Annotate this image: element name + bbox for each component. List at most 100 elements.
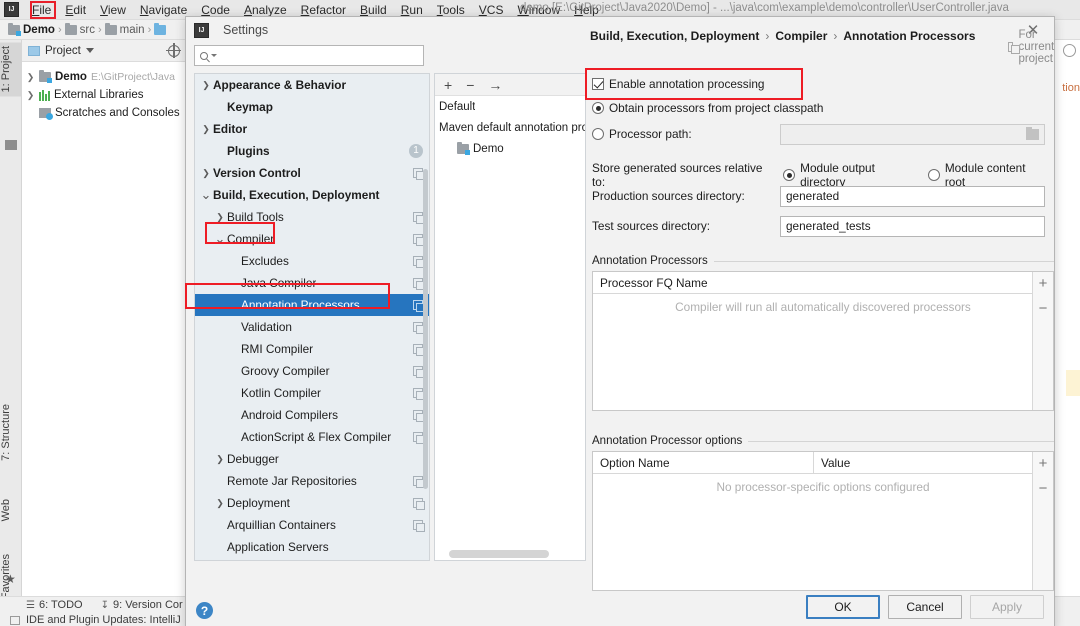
breadcrumb-item-main[interactable]: main (104, 22, 145, 36)
settings-category-tree[interactable]: ❯ Appearance & Behavior Keymap ❯ Editor Plu… (194, 73, 430, 561)
settings-tree-item-kotlin-compiler[interactable]: Kotlin Compiler (195, 382, 429, 404)
ok-button[interactable]: OK (806, 595, 880, 619)
chevron-down-icon[interactable]: ⌄ (213, 231, 227, 247)
chevron-down-icon[interactable]: ⌄ (199, 187, 213, 203)
obtain-processors-classpath-radio[interactable] (592, 102, 604, 114)
status-bar-todo[interactable]: ☰ 6: TODO (26, 599, 83, 611)
remove-icon[interactable]: − (1039, 300, 1048, 317)
help-button[interactable]: ? (196, 602, 213, 619)
column-header-processor-fq-name[interactable]: Processor FQ Name (593, 276, 708, 290)
copy-settings-icon[interactable] (413, 256, 425, 268)
profiles-horizontal-scrollbar[interactable] (449, 550, 549, 558)
annotation-processor-options-table[interactable]: Option Name Value No processor-specific … (592, 451, 1054, 591)
chevron-down-icon[interactable] (211, 54, 217, 57)
obtain-processors-classpath-row[interactable]: Obtain processors from project classpath (592, 101, 823, 115)
copy-settings-icon[interactable] (413, 432, 425, 444)
add-icon[interactable]: + (1039, 455, 1048, 472)
chevron-right-icon[interactable]: ❯ (26, 90, 35, 101)
breadcrumb-item-src[interactable]: src (64, 22, 95, 36)
profile-row-maven-default[interactable]: Maven default annotation pro (435, 117, 585, 138)
chevron-right-icon[interactable]: ❯ (213, 454, 227, 465)
settings-tree-item-version-control[interactable]: ❯ Version Control (195, 162, 429, 184)
menu-item-file[interactable]: File (25, 2, 58, 18)
scroll-to-source-icon[interactable] (166, 42, 181, 58)
chevron-right-icon[interactable]: ❯ (213, 498, 227, 509)
chevron-down-icon[interactable] (85, 48, 94, 53)
module-output-directory-radio[interactable] (783, 169, 796, 181)
chevron-right-icon[interactable]: ❯ (213, 212, 227, 223)
enable-annotation-processing-row[interactable]: Enable annotation processing (592, 77, 764, 91)
move-icon[interactable]: → (488, 77, 502, 93)
chevron-right-icon[interactable]: ❯ (26, 72, 35, 83)
editor-inspection-icon[interactable] (1063, 44, 1076, 57)
settings-tree-item-build-tools[interactable]: ❯ Build Tools (195, 206, 429, 228)
project-tree-node-demo[interactable]: ❯ Demo E:\GitProject\Java (26, 68, 186, 86)
breadcrumb-item-demo[interactable]: Demo (8, 22, 55, 36)
copy-settings-icon[interactable] (413, 234, 425, 246)
project-tree-node-scratches[interactable]: Scratches and Consoles (26, 104, 186, 122)
settings-tree-item-deployment[interactable]: ❯ Deployment (195, 492, 429, 514)
copy-settings-icon[interactable] (413, 410, 425, 422)
settings-tree-item-arquillian-containers[interactable]: Arquillian Containers (195, 514, 429, 536)
processor-path-radio[interactable] (592, 128, 604, 140)
menu-item-edit[interactable]: Edit (58, 2, 93, 18)
status-bar-version-control[interactable]: ↧ 9: Version Cor (101, 599, 183, 611)
settings-tree-item-application-servers[interactable]: Application Servers (195, 536, 429, 558)
copy-settings-icon[interactable] (413, 344, 425, 356)
processor-path-row[interactable]: Processor path: (592, 123, 1048, 145)
profile-row-default[interactable]: Default (435, 96, 585, 117)
copy-settings-icon[interactable] (413, 168, 425, 180)
copy-settings-icon[interactable] (413, 300, 425, 312)
settings-tree-item-build-execution-deployment[interactable]: ⌄ Build, Execution, Deployment (195, 184, 429, 206)
settings-tree-item-annotation-processors[interactable]: Annotation Processors (195, 294, 429, 316)
settings-tree-item-android-compilers[interactable]: Android Compilers (195, 404, 429, 426)
settings-tree-item-rmi-compiler[interactable]: RMI Compiler (195, 338, 429, 360)
settings-tree-item-actionscript-flex-compiler[interactable]: ActionScript & Flex Compiler (195, 426, 429, 448)
settings-tree-item-validation[interactable]: Validation (195, 316, 429, 338)
settings-tree-scrollbar[interactable] (423, 169, 428, 489)
cancel-button[interactable]: Cancel (888, 595, 962, 619)
copy-settings-icon[interactable] (413, 476, 425, 488)
copy-settings-icon[interactable] (413, 212, 425, 224)
copy-settings-icon[interactable] (413, 366, 425, 378)
copy-settings-icon[interactable] (413, 322, 425, 334)
settings-tree-item-clouds[interactable]: Clouds (195, 558, 429, 560)
settings-tree-item-plugins[interactable]: Plugins 1 (195, 140, 429, 162)
tool-window-button-project[interactable]: 1: Project (0, 42, 22, 97)
chevron-right-icon[interactable]: ❯ (199, 124, 213, 135)
chevron-right-icon[interactable]: ❯ (199, 80, 213, 91)
settings-tree-item-groovy-compiler[interactable]: Groovy Compiler (195, 360, 429, 382)
copy-settings-icon[interactable] (413, 498, 425, 510)
settings-tree-item-remote-jar-repositories[interactable]: Remote Jar Repositories (195, 470, 429, 492)
settings-tree-item-editor[interactable]: ❯ Editor (195, 118, 429, 140)
module-content-root-radio[interactable] (927, 169, 940, 181)
add-icon[interactable]: + (444, 77, 452, 93)
column-header-option-name[interactable]: Option Name (593, 456, 813, 470)
chevron-right-icon[interactable]: ❯ (199, 168, 213, 179)
settings-tree-item-debugger[interactable]: ❯ Debugger (195, 448, 429, 470)
settings-tree-item-appearance-behavior[interactable]: ❯ Appearance & Behavior (195, 74, 429, 96)
settings-search-box[interactable] (194, 45, 424, 66)
remove-icon[interactable]: − (466, 77, 474, 93)
remove-icon[interactable]: − (1039, 480, 1048, 497)
menu-item-view[interactable]: View (93, 2, 133, 18)
annotation-processors-table[interactable]: Processor FQ Name Compiler will run all … (592, 271, 1054, 411)
settings-tree-item-keymap[interactable]: Keymap (195, 96, 429, 118)
browse-folder-icon[interactable] (1026, 126, 1039, 140)
processor-path-input[interactable] (780, 123, 1045, 145)
apply-button[interactable]: Apply (970, 595, 1044, 619)
project-tree-node-external-libraries[interactable]: ❯ External Libraries (26, 86, 186, 104)
add-icon[interactable]: + (1039, 275, 1048, 292)
copy-settings-icon[interactable] (413, 520, 425, 532)
copy-settings-icon[interactable] (413, 278, 425, 290)
test-sources-input[interactable]: generated_tests (780, 215, 1045, 237)
production-sources-input[interactable]: generated (780, 185, 1045, 207)
tool-window-button-structure[interactable]: 7: Structure (0, 400, 22, 465)
settings-tree-item-excludes[interactable]: Excludes (195, 250, 429, 272)
settings-tree-item-java-compiler[interactable]: Java Compiler (195, 272, 429, 294)
column-header-value[interactable]: Value (814, 456, 850, 470)
profile-row-module-demo[interactable]: Demo (435, 138, 585, 159)
enable-annotation-processing-checkbox[interactable] (592, 78, 604, 90)
status-bar-notification[interactable]: IDE and Plugin Updates: IntelliJ (10, 614, 181, 626)
search-input[interactable] (220, 48, 410, 63)
